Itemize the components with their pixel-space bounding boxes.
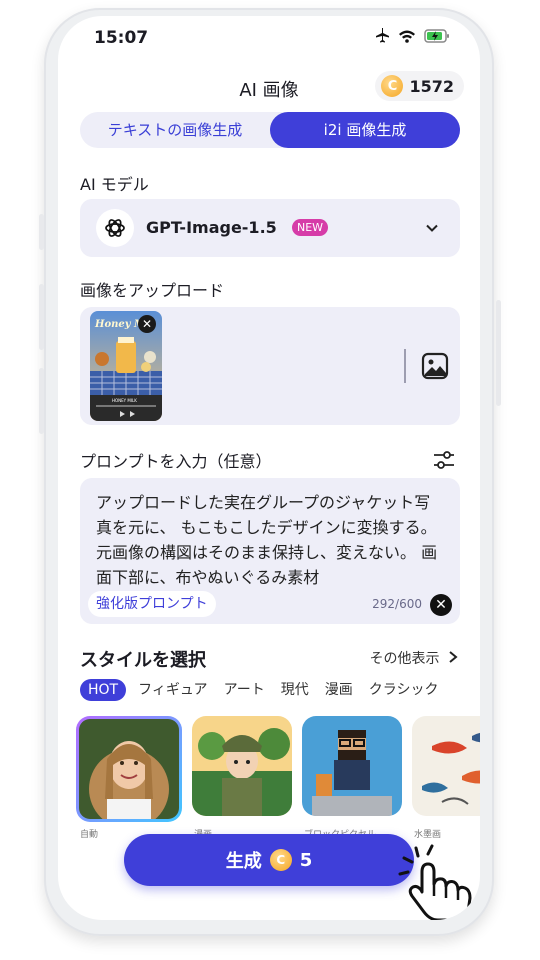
- show-more-label: その他表示: [369, 651, 440, 667]
- style-card-label-ink-painting: 水墨画: [414, 830, 442, 840]
- tap-hand-icon: [398, 844, 478, 920]
- upload-section-label: 画像をアップロード: [80, 281, 225, 300]
- style-section-label: スタイルを選択: [80, 650, 206, 671]
- char-counter: 292/600: [372, 597, 422, 611]
- prompt-header: プロンプトを入力（任意）: [80, 448, 460, 474]
- mode-switch: テキストの画像生成 i2i 画像生成: [80, 112, 460, 148]
- prompt-input[interactable]: アップロードした実在グループのジャケット写真を元に、 もこもこしたデザインに変換…: [80, 478, 460, 624]
- coin-icon: C: [381, 75, 404, 97]
- generate-label: 生成: [225, 851, 262, 872]
- openai-logo-icon: [96, 209, 134, 247]
- coin-balance-value: 1572: [409, 76, 454, 96]
- style-category-chips: HOT フィギュア アート 現代 漫画 クラシック: [80, 679, 442, 701]
- model-selector[interactable]: GPT-Image-1.5 NEW: [80, 199, 460, 257]
- tab-image-to-image[interactable]: i2i 画像生成: [270, 112, 460, 148]
- show-more-link[interactable]: その他表示: [370, 648, 458, 668]
- model-section-label: AI モデル: [80, 175, 149, 194]
- style-card-block-pixel[interactable]: [302, 716, 402, 816]
- chevron-right-icon: [448, 651, 458, 667]
- upload-divider: [404, 349, 406, 383]
- airplane-icon: [374, 27, 390, 47]
- coin-balance[interactable]: C 1572: [375, 71, 464, 101]
- style-card-label-auto: 自動: [80, 830, 99, 840]
- remove-image-button[interactable]: ✕: [138, 315, 156, 333]
- generate-button[interactable]: 生成 C 5: [124, 834, 414, 886]
- prompt-text[interactable]: アップロードした実在グループのジャケット写真を元に、 もこもこしたデザインに変換…: [96, 490, 446, 590]
- chip-classic[interactable]: クラシック: [365, 679, 443, 701]
- style-card-auto[interactable]: [76, 716, 182, 822]
- phone-volume-up: [39, 284, 44, 350]
- battery-icon: [424, 28, 450, 47]
- generate-cost: 5: [299, 849, 313, 871]
- chip-figure[interactable]: フィギュア: [134, 679, 211, 701]
- tab-text-to-image[interactable]: テキストの画像生成: [80, 112, 270, 148]
- status-time: 15:07: [94, 28, 149, 48]
- phone-mute-switch: [39, 214, 44, 250]
- status-icons: [374, 27, 450, 47]
- coin-icon: C: [269, 849, 292, 871]
- prompt-section-label: プロンプトを入力（任意）: [80, 452, 272, 471]
- new-badge: NEW: [292, 219, 329, 236]
- upload-area[interactable]: HONEY MILK Honey M ✕: [80, 307, 460, 425]
- clear-prompt-button[interactable]: ✕: [430, 594, 452, 616]
- style-card-manga[interactable]: [192, 716, 292, 816]
- settings-sliders-icon[interactable]: [432, 448, 456, 476]
- app-screen: 15:07 AI 画像 C 1572 テキストの画像生成 i2i 画像生成 AI…: [58, 16, 480, 920]
- phone-power-button: [496, 300, 501, 406]
- style-card-ink-painting[interactable]: [412, 716, 480, 816]
- thumb-subtitle: HONEY MILK: [112, 398, 137, 403]
- chip-manga[interactable]: 漫画: [321, 679, 357, 701]
- style-cards: 自動 漫画 ブロックピクセル 水墨画: [74, 716, 480, 846]
- chip-hot[interactable]: HOT: [80, 679, 127, 701]
- model-name: GPT-Image-1.5: [146, 218, 277, 237]
- wifi-icon: [398, 28, 416, 47]
- chip-modern[interactable]: 現代: [277, 679, 313, 701]
- chevron-down-icon: [424, 220, 440, 240]
- enhance-prompt-button[interactable]: 強化版プロンプト: [88, 591, 216, 617]
- gallery-icon[interactable]: [420, 351, 450, 385]
- chip-art[interactable]: アート: [220, 679, 269, 701]
- phone-volume-down: [39, 368, 44, 434]
